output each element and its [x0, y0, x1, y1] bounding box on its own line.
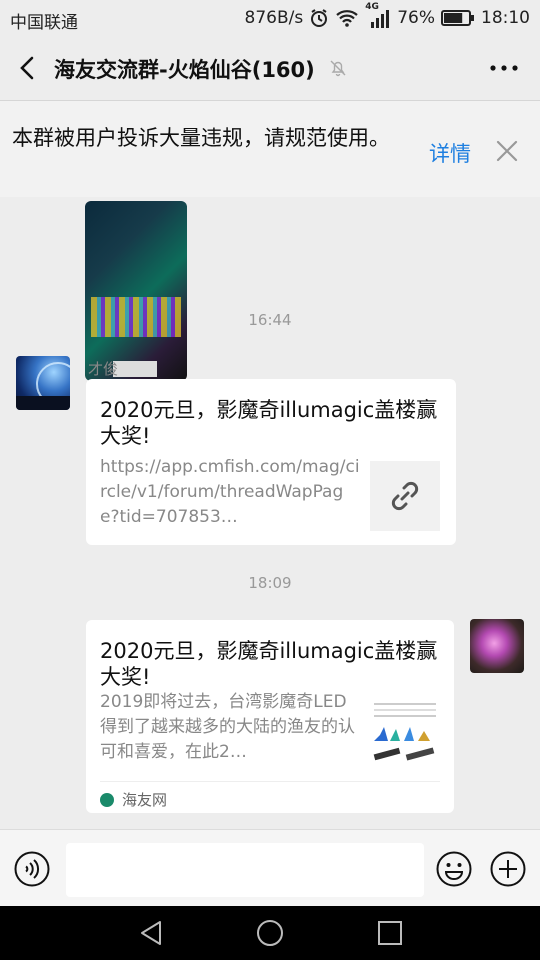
plus-button[interactable] — [490, 851, 526, 887]
more-dots-icon — [490, 65, 518, 71]
nav-back-button[interactable] — [136, 918, 166, 948]
back-button[interactable] — [12, 52, 44, 84]
timestamp: 18:09 — [248, 574, 292, 592]
link-card[interactable]: 2020元旦，影魔奇illumagic盖楼赢大奖! https://app.cm… — [86, 379, 456, 545]
carrier-name: 中国联通 — [10, 13, 78, 33]
network-speed: 876B/s — [244, 8, 304, 28]
chat-header: 海友交流群-火焰仙谷(160) — [0, 36, 540, 101]
chat-title: 海友交流群-火焰仙谷(160) — [54, 58, 315, 82]
bell-off-icon — [330, 60, 346, 77]
article-thumbnail — [370, 697, 440, 767]
link-icon — [391, 481, 419, 511]
source-name: 海友网 — [122, 791, 168, 809]
card-summary: 2019即将过去，台湾影魔奇LED得到了越来越多的大陆的渔友的认可和喜爱，在此2… — [100, 692, 355, 762]
nav-recent-button[interactable] — [375, 918, 405, 948]
avatar-trees — [16, 396, 70, 410]
spectrum-graphic — [373, 703, 436, 761]
article-card[interactable]: 2020元旦，影魔奇illumagic盖楼赢大奖! 2019即将过去，台湾影魔奇… — [86, 620, 454, 813]
cell-signal-icon: 4G — [365, 2, 391, 28]
message-list[interactable]: 16:44 才俊 2020元旦，影魔奇illumagic盖楼赢大奖! https… — [0, 101, 540, 829]
nav-home-icon — [257, 920, 283, 946]
emoji-button[interactable] — [436, 851, 472, 887]
card-title: 2020元旦，影魔奇illumagic盖楼赢大奖! — [100, 398, 438, 448]
status-icons: 876B/s 4G 76% 18:10 — [244, 2, 530, 28]
plus-icon — [490, 851, 526, 887]
sender-name: 才俊 — [88, 360, 119, 378]
clock-time: 18:10 — [481, 8, 530, 28]
image-message[interactable] — [85, 201, 187, 381]
chevron-left-icon — [20, 56, 34, 80]
banner-text: 本群被用户投诉大量违规，请规范使用。 — [12, 126, 390, 150]
close-button[interactable] — [496, 140, 518, 162]
avatar[interactable] — [470, 619, 524, 673]
close-icon — [496, 140, 518, 162]
message-input[interactable] — [66, 843, 424, 897]
emoji-icon — [436, 851, 472, 887]
wifi-icon — [336, 10, 358, 27]
voice-icon — [14, 851, 50, 887]
link-thumbnail — [370, 461, 440, 531]
nav-recent-icon — [378, 921, 402, 945]
battery-percent: 76% — [397, 8, 435, 28]
input-bar — [0, 829, 540, 907]
timestamp: 16:44 — [248, 311, 292, 329]
avatar[interactable] — [16, 356, 70, 410]
detail-link[interactable]: 详情 — [429, 138, 471, 168]
source-logo-icon — [100, 793, 114, 807]
system-nav-bar — [0, 906, 540, 960]
card-footer: 海友网 — [100, 781, 440, 812]
nav-back-icon — [141, 921, 161, 945]
card-title: 2020元旦，影魔奇illumagic盖楼赢大奖! — [100, 639, 438, 689]
nav-home-button[interactable] — [255, 918, 285, 948]
alarm-icon — [311, 9, 328, 27]
card-url: https://app.cmfish.com/mag/circle/v1/for… — [100, 457, 360, 527]
battery-icon — [441, 10, 474, 26]
status-bar: 中国联通 876B/s 4G 76% 18:10 — [0, 0, 540, 36]
more-button[interactable] — [488, 56, 520, 80]
qr-code-graphic — [113, 361, 157, 377]
voice-button[interactable] — [14, 851, 50, 887]
violation-banner: 本群被用户投诉大量违规，请规范使用。 详情 — [0, 101, 540, 197]
